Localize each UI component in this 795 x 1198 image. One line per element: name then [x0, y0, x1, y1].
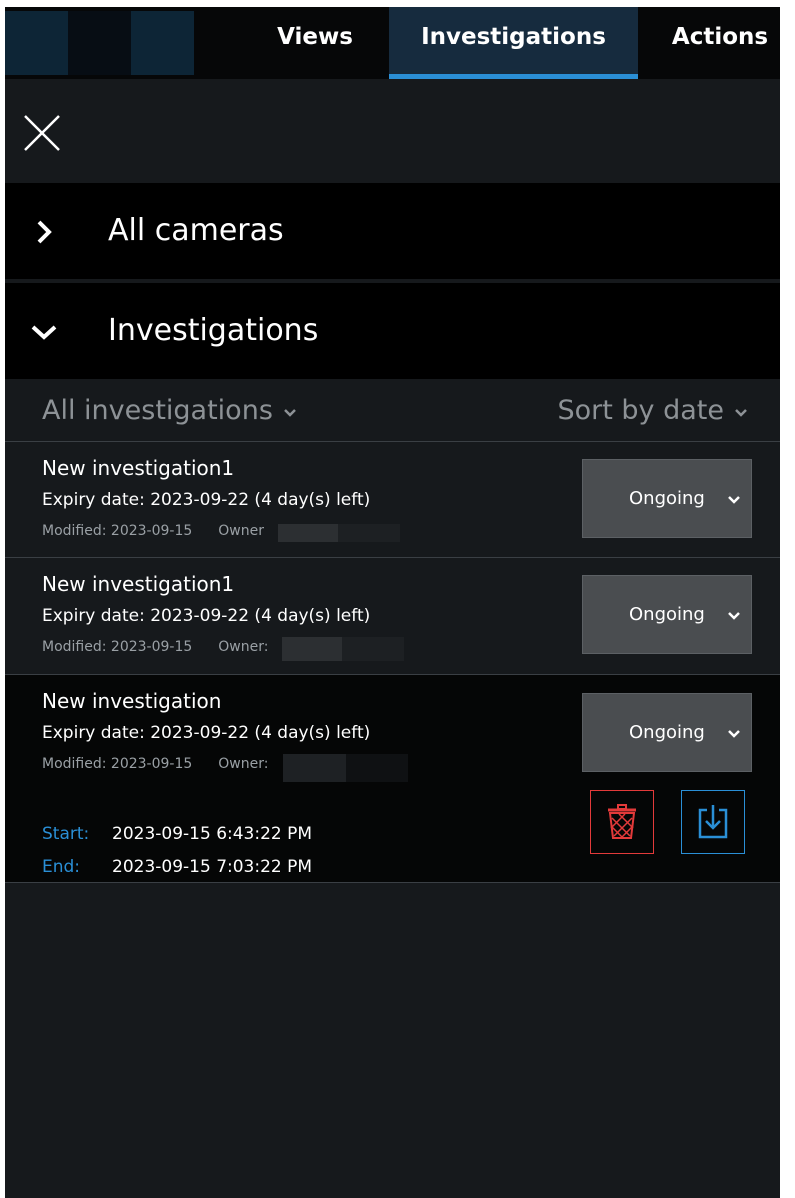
sort-dropdown[interactable]: Sort by date	[557, 379, 750, 442]
chevron-down-icon	[726, 725, 742, 741]
modified-owner-line: Modified: 2023-09-15 Owner:	[42, 639, 268, 655]
tab-actions[interactable]: Actions	[660, 7, 780, 79]
chevron-down-icon	[732, 403, 750, 421]
start-time: 2023-09-15 6:43:22 PM	[112, 824, 313, 844]
sort-label: Sort by date	[557, 395, 724, 426]
expiry-date: Expiry date: 2023-09-22 (4 day(s) left)	[42, 723, 371, 743]
view-tile[interactable]	[131, 11, 194, 75]
investigation-name: New investigation1	[42, 572, 235, 596]
status-dropdown[interactable]: Ongoing	[582, 459, 752, 538]
investigation-list-item[interactable]: New investigation1 Expiry date: 2023-09-…	[5, 442, 780, 557]
trash-icon	[608, 804, 636, 839]
modified-owner-line: Modified: 2023-09-15 Owner:	[42, 756, 268, 772]
delete-button[interactable]	[590, 790, 654, 854]
filter-bar: All investigations Sort by date	[5, 379, 780, 442]
investigation-list-item[interactable]: New investigation1 Expiry date: 2023-09-…	[5, 558, 780, 674]
redacted-owner	[346, 754, 408, 782]
chevron-right-icon	[29, 217, 59, 247]
investigation-scope-dropdown[interactable]: All investigations	[42, 379, 299, 442]
expiry-date: Expiry date: 2023-09-22 (4 day(s) left)	[42, 606, 371, 626]
export-icon	[698, 805, 728, 839]
redacted-owner	[278, 524, 338, 542]
view-tile[interactable]	[68, 11, 131, 75]
view-tile[interactable]	[5, 11, 68, 75]
end-time: 2023-09-15 7:03:22 PM	[112, 857, 313, 877]
investigation-list-item-selected[interactable]: New investigation Expiry date: 2023-09-2…	[5, 675, 780, 882]
investigation-name: New investigation1	[42, 456, 235, 480]
redacted-owner	[283, 754, 346, 782]
section-title: Investigations	[108, 313, 319, 348]
status-dropdown[interactable]: Ongoing	[582, 693, 752, 772]
status-value: Ongoing	[629, 604, 705, 625]
section-title: All cameras	[108, 213, 284, 248]
status-value: Ongoing	[629, 488, 705, 509]
chevron-down-icon	[726, 491, 742, 507]
chevron-down-icon	[29, 317, 59, 347]
owner-label: Owner:	[218, 756, 269, 772]
investigation-name: New investigation	[42, 689, 222, 713]
redacted-owner	[342, 637, 404, 661]
investigations-panel: Views Investigations Actions All cameras…	[5, 7, 780, 1198]
top-navigation-bar: Views Investigations Actions	[5, 7, 780, 79]
active-tab-indicator	[389, 74, 638, 79]
section-all-cameras[interactable]: All cameras	[5, 183, 780, 279]
status-dropdown[interactable]: Ongoing	[582, 575, 752, 654]
modified-date: Modified: 2023-09-15	[42, 756, 193, 772]
owner-label: Owner	[218, 523, 264, 539]
tab-investigations-label: Investigations	[421, 24, 606, 50]
modified-owner-line: Modified: 2023-09-15 Owner	[42, 523, 264, 539]
tab-views[interactable]: Views	[255, 7, 375, 79]
end-time-row: End: 2023-09-15 7:03:22 PM	[42, 857, 312, 877]
modified-date: Modified: 2023-09-15	[42, 523, 193, 539]
chevron-down-icon	[281, 403, 299, 421]
end-label: End:	[42, 857, 81, 877]
chevron-down-icon	[726, 607, 742, 623]
start-label: Start:	[42, 824, 90, 844]
status-value: Ongoing	[629, 722, 705, 743]
expiry-date: Expiry date: 2023-09-22 (4 day(s) left)	[42, 490, 371, 510]
divider	[5, 882, 780, 883]
section-investigations[interactable]: Investigations	[5, 283, 780, 379]
scope-label: All investigations	[42, 395, 273, 426]
redacted-owner	[282, 637, 342, 661]
modified-date: Modified: 2023-09-15	[42, 639, 193, 655]
close-icon[interactable]	[22, 113, 62, 153]
owner-label: Owner:	[218, 639, 269, 655]
tab-investigations[interactable]: Investigations	[389, 7, 638, 79]
start-time-row: Start: 2023-09-15 6:43:22 PM	[42, 824, 312, 844]
export-button[interactable]	[681, 790, 745, 854]
redacted-owner	[338, 524, 400, 542]
